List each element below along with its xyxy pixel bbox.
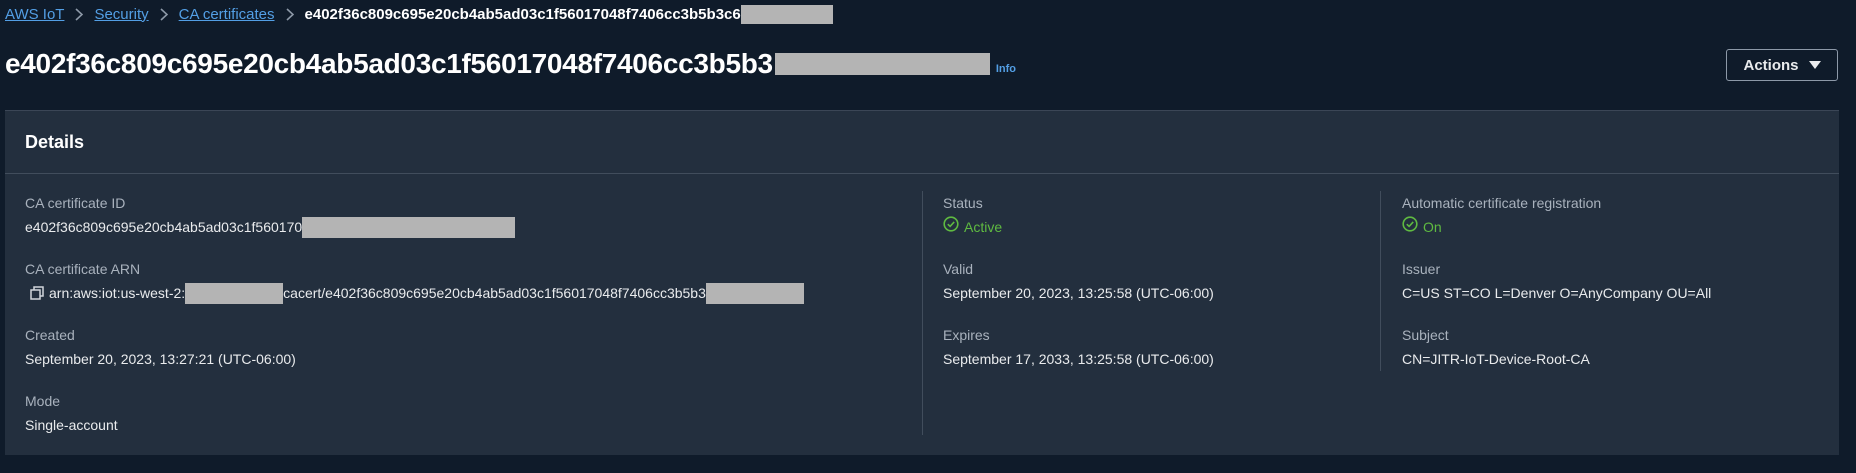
actions-button-label: Actions (1743, 56, 1799, 74)
field-subject: Subject CN=JITR-IoT-Device-Root-CA (1402, 325, 1822, 391)
copy-icon[interactable] (30, 286, 44, 300)
field-issuer: Issuer C=US ST=CO L=Denver O=AnyCompany … (1402, 259, 1822, 325)
redaction-block (302, 216, 516, 238)
field-label: Issuer (1402, 261, 1441, 277)
field-automatic-registration: Automatic certificate registration On (1402, 193, 1822, 259)
caret-down-icon (1808, 57, 1821, 74)
field-value: On (1402, 214, 1822, 240)
field-label: Subject (1402, 327, 1449, 343)
field-label: Expires (943, 327, 990, 343)
auto-registration-value: On (1423, 219, 1442, 235)
field-label: Created (25, 327, 75, 343)
info-link[interactable]: Info (996, 63, 1016, 75)
field-status: Status Active (943, 193, 1383, 259)
check-circle-icon (943, 214, 959, 240)
details-column-3: Automatic certificate registration On Is… (1402, 193, 1822, 391)
field-mode: Mode Single-account (25, 391, 925, 457)
breadcrumb-ca-certificates[interactable]: CA certificates (179, 6, 275, 23)
field-label: Mode (25, 393, 61, 409)
details-title: Details (25, 131, 85, 152)
created-value: September 20, 2023, 13:27:21 (UTC-06:00) (25, 351, 296, 367)
field-label: CA certificate ARN (25, 261, 141, 277)
status-indicator: Active (943, 214, 1002, 240)
ca-certificate-arn-prefix: arn:aws:iot:us-west-2: (49, 285, 186, 301)
status-value: Active (964, 219, 1003, 235)
page-header: e402f36c809c695e20cb4ab5ad03c1f56017048f… (5, 44, 1016, 84)
breadcrumb-security[interactable]: Security (94, 6, 148, 23)
redaction-block (705, 282, 804, 304)
field-value: arn:aws:iot:us-west-2: cacert/e402f36c80… (25, 280, 925, 306)
subject-value: CN=JITR-IoT-Device-Root-CA (1402, 351, 1590, 367)
redaction-block (740, 4, 833, 24)
actions-button[interactable]: Actions (1726, 49, 1838, 81)
details-column-1: CA certificate ID e402f36c809c695e20cb4a… (25, 193, 925, 457)
chevron-right-icon (275, 7, 305, 21)
field-value: e402f36c809c695e20cb4ab5ad03c1f560170 (25, 214, 925, 240)
chevron-right-icon (149, 7, 179, 21)
mode-value: Single-account (25, 417, 118, 433)
check-circle-icon (1402, 214, 1418, 240)
details-column-2: Status Active Valid September 20, 2023, … (943, 193, 1383, 391)
details-panel: Details CA certificate ID e402f36c809c69… (5, 110, 1839, 455)
field-label: Valid (943, 261, 974, 277)
field-valid: Valid September 20, 2023, 13:25:58 (UTC-… (943, 259, 1383, 325)
chevron-right-icon (64, 7, 94, 21)
expires-value: September 17, 2033, 13:25:58 (UTC-06:00) (943, 351, 1214, 367)
breadcrumb-aws-iot[interactable]: AWS IoT (5, 6, 64, 23)
redaction-block (774, 53, 990, 75)
valid-value: September 20, 2023, 13:25:58 (UTC-06:00) (943, 285, 1214, 301)
field-label: CA certificate ID (25, 195, 126, 211)
field-label: Automatic certificate registration (1402, 195, 1602, 211)
breadcrumb: AWS IoT Security CA certificates e402f36… (5, 4, 833, 24)
auto-registration-indicator: On (1402, 214, 1442, 240)
issuer-value: C=US ST=CO L=Denver O=AnyCompany OU=All (1402, 285, 1712, 301)
field-value: Active (943, 214, 1383, 240)
breadcrumb-current: e402f36c809c695e20cb4ab5ad03c1f56017048f… (304, 5, 741, 23)
ca-certificate-id-value: e402f36c809c695e20cb4ab5ad03c1f560170 (25, 219, 303, 235)
details-header: Details (5, 111, 1839, 174)
field-ca-certificate-id: CA certificate ID e402f36c809c695e20cb4a… (25, 193, 925, 259)
ca-certificate-arn-suffix: cacert/e402f36c809c695e20cb4ab5ad03c1f56… (283, 285, 706, 301)
field-label: Status (943, 195, 983, 211)
field-created: Created September 20, 2023, 13:27:21 (UT… (25, 325, 925, 391)
page-title: e402f36c809c695e20cb4ab5ad03c1f56017048f… (5, 48, 773, 79)
field-expires: Expires September 17, 2033, 13:25:58 (UT… (943, 325, 1383, 391)
redaction-block (185, 282, 284, 304)
field-ca-certificate-arn: CA certificate ARN arn:aws:iot:us-west-2… (25, 259, 925, 325)
